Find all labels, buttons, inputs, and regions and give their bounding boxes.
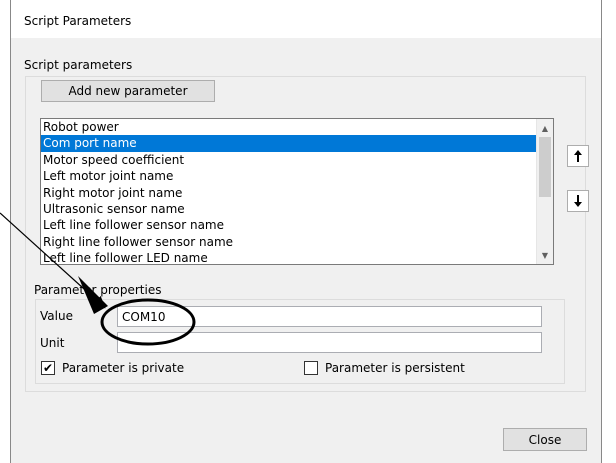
add-new-parameter-button[interactable]: Add new parameter (41, 80, 215, 102)
parameter-list[interactable]: Robot power Com port name Motor speed coef… (40, 118, 554, 265)
private-checkbox[interactable]: ✔ (41, 361, 55, 375)
list-item[interactable]: Left line follower LED name (41, 250, 536, 264)
arrow-down-icon (574, 195, 582, 207)
parameter-properties-group-label: Parameter properties (34, 283, 162, 297)
unit-label: Unit (40, 336, 65, 350)
parameter-list-scrollbar[interactable]: ▲ ▼ (536, 119, 553, 264)
scroll-thumb[interactable] (539, 137, 551, 197)
title-bar[interactable]: Script Parameters (11, 0, 601, 38)
arrow-up-icon (574, 150, 582, 162)
value-input[interactable] (117, 306, 542, 327)
close-button[interactable]: Close (503, 428, 587, 451)
list-item[interactable]: Left motor joint name (41, 168, 536, 184)
persistent-checkbox-label[interactable]: Parameter is persistent (325, 361, 465, 375)
scroll-up-icon[interactable]: ▲ (537, 120, 553, 136)
value-label: Value (40, 309, 73, 323)
list-item[interactable]: Ultrasonic sensor name (41, 201, 536, 217)
list-item[interactable]: Right line follower sensor name (41, 234, 536, 250)
list-item[interactable]: Robot power (41, 119, 536, 135)
move-down-button[interactable] (567, 190, 589, 212)
parameter-list-items: Robot power Com port name Motor speed coef… (41, 119, 536, 264)
persistent-checkbox[interactable] (304, 361, 318, 375)
unit-input[interactable] (117, 332, 542, 353)
window-title: Script Parameters (24, 14, 132, 28)
list-item[interactable]: Com port name (41, 135, 536, 152)
list-item[interactable]: Right motor joint name (41, 185, 536, 201)
script-parameters-dialog: Script Parameters Script parameters Add … (10, 0, 602, 463)
private-checkbox-label[interactable]: Parameter is private (62, 361, 184, 375)
script-parameters-group-label: Script parameters (24, 58, 133, 72)
move-up-button[interactable] (567, 145, 589, 167)
checkmark-icon: ✔ (42, 361, 54, 375)
list-item[interactable]: Left line follower sensor name (41, 217, 536, 233)
list-item[interactable]: Motor speed coefficient (41, 152, 536, 168)
scroll-down-icon[interactable]: ▼ (537, 247, 553, 263)
